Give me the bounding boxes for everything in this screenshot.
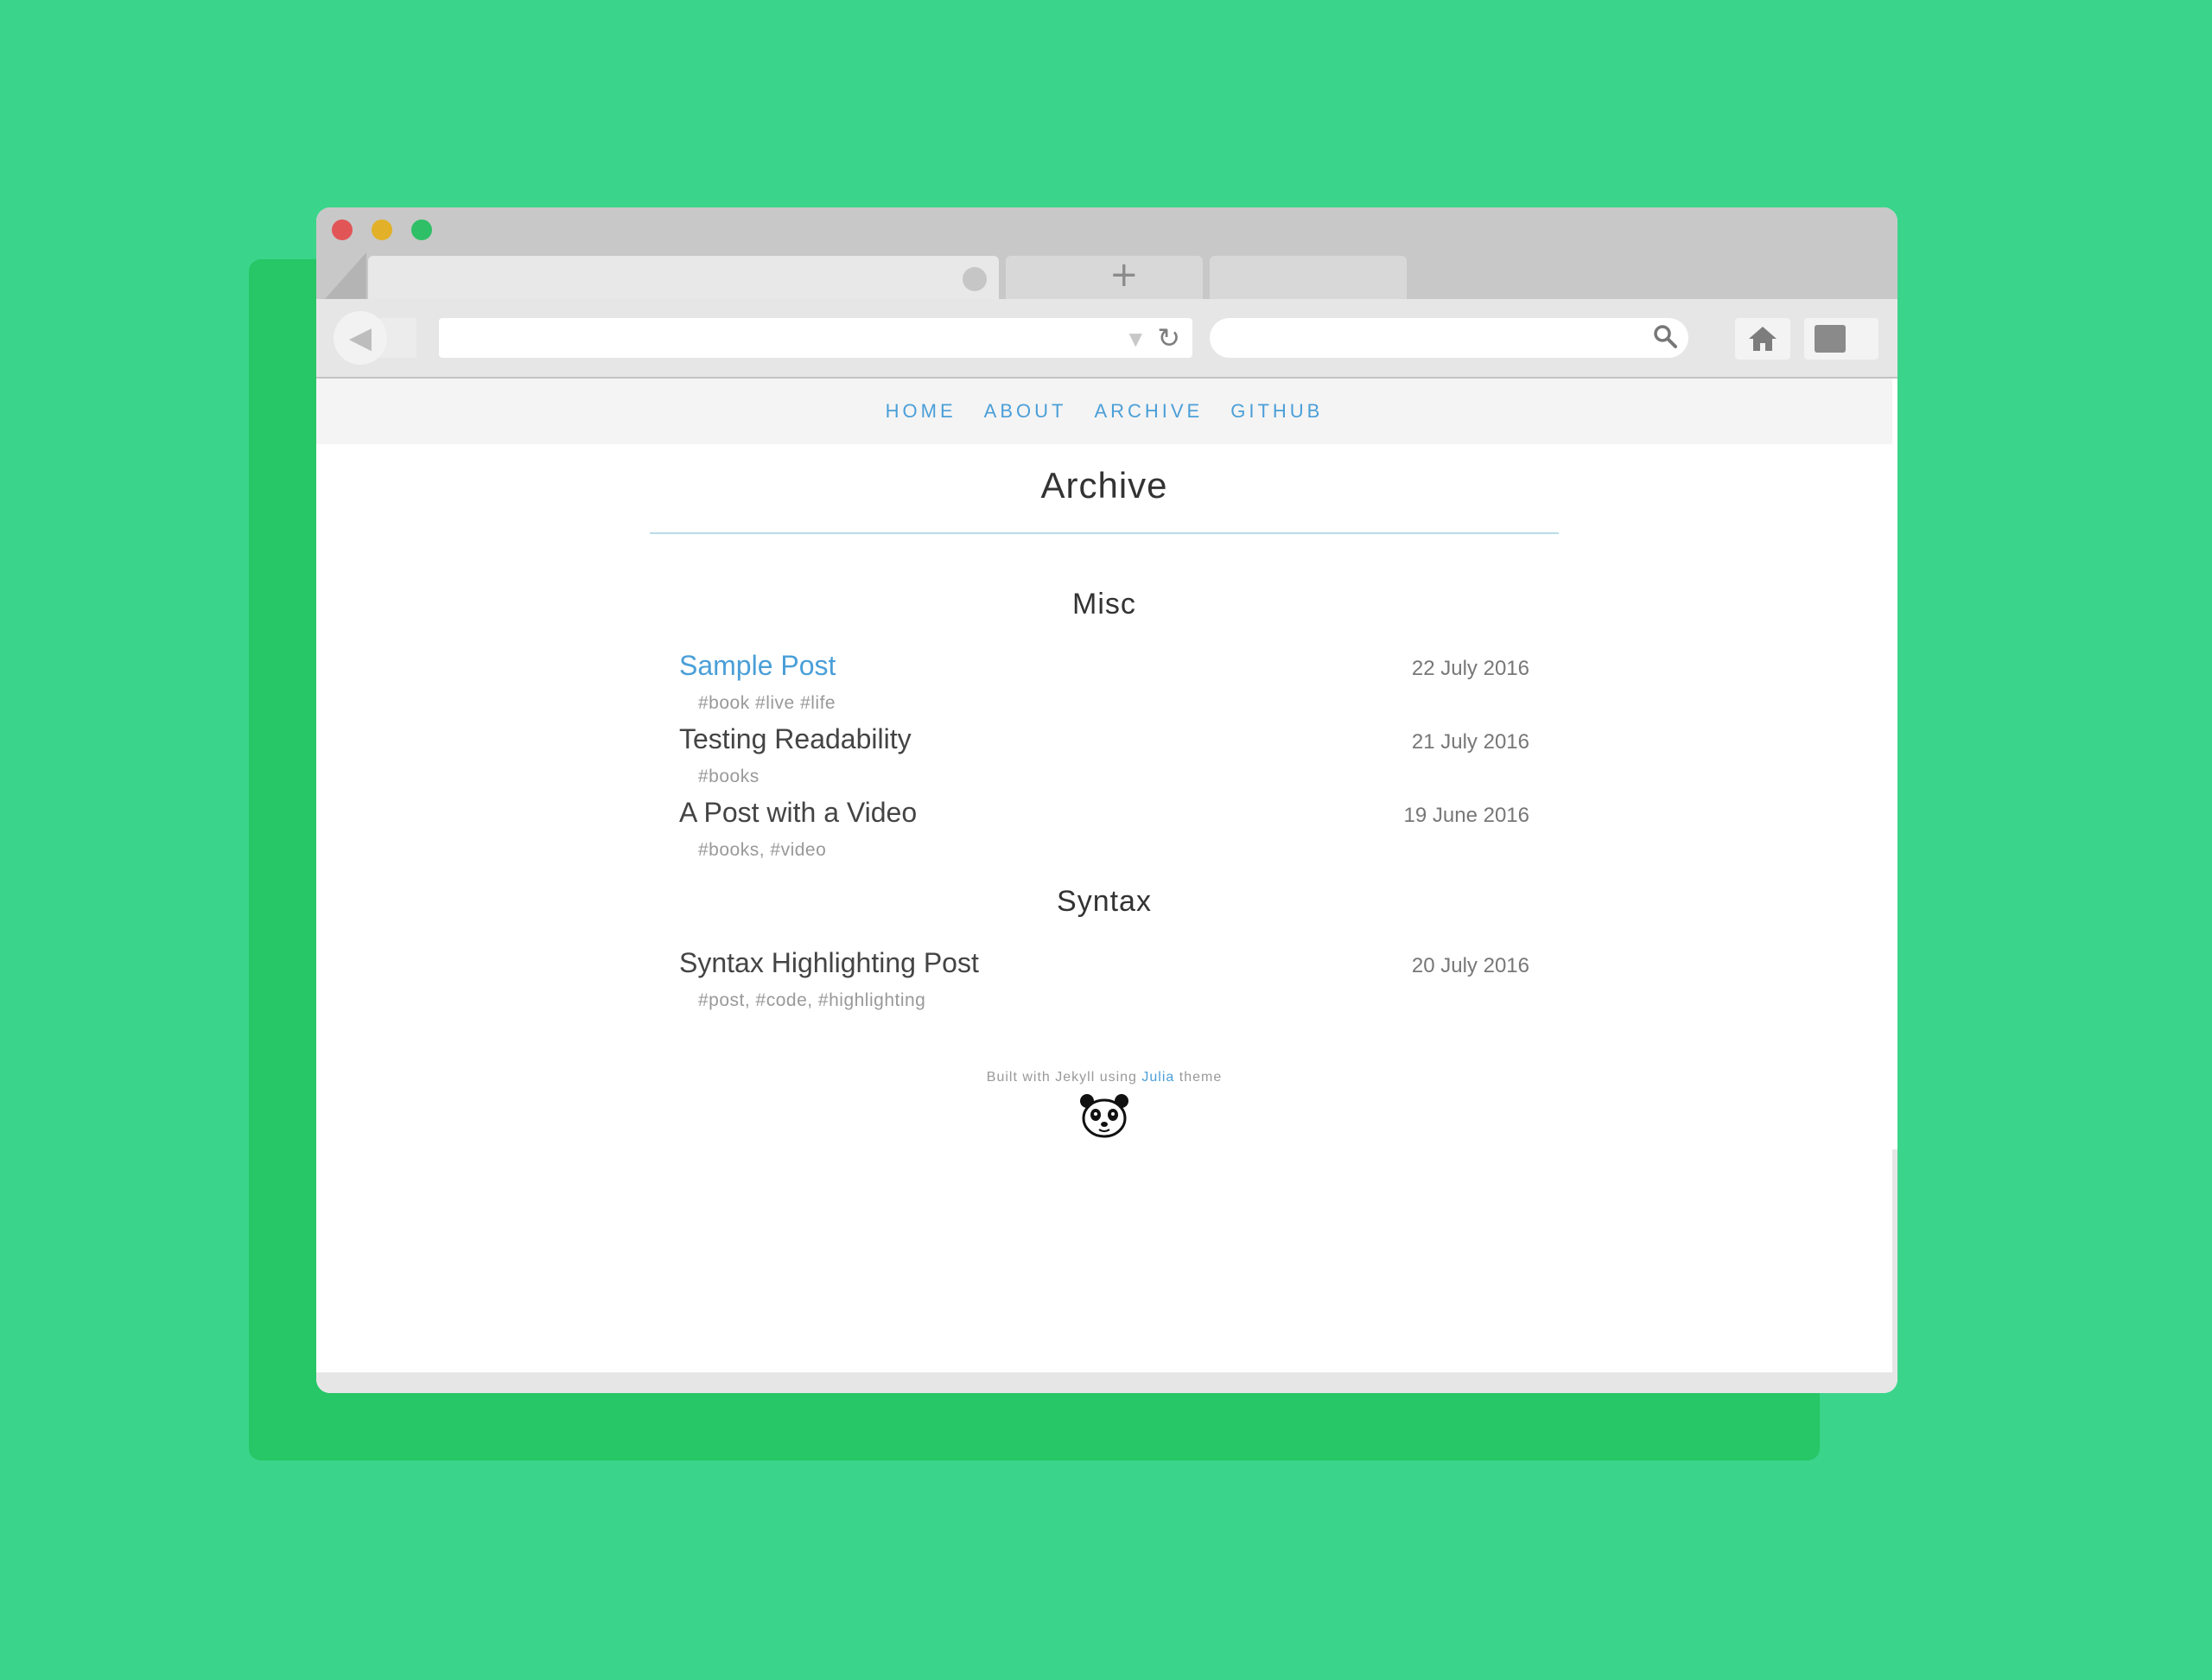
- post-tags: #books: [698, 767, 760, 786]
- nav-github[interactable]: GITHUB: [1230, 400, 1323, 423]
- post-date: 21 July 2016: [1411, 730, 1529, 754]
- footer-prefix: Built with Jekyll using: [986, 1070, 1137, 1085]
- search-input[interactable]: [1210, 318, 1688, 358]
- search-icon[interactable]: [1652, 323, 1678, 356]
- footer-suffix: theme: [1179, 1070, 1223, 1085]
- back-arrow-icon: ◀: [348, 321, 372, 355]
- search-icon-glyph: [1654, 325, 1677, 348]
- home-button[interactable]: [1735, 318, 1790, 360]
- dropdown-icon[interactable]: ▼: [1129, 330, 1142, 347]
- tab-3[interactable]: [1210, 256, 1407, 299]
- title-divider: [650, 532, 1559, 534]
- nav-home[interactable]: HOME: [886, 400, 957, 423]
- footer-theme-link[interactable]: Julia: [1141, 1070, 1174, 1085]
- section-heading-misc: Misc: [1072, 588, 1136, 620]
- panda-logo-icon: [1080, 1094, 1128, 1138]
- post-title-link[interactable]: Testing Readability: [679, 723, 912, 755]
- list-item: Sample Post 22 July 2016 #book #live #li…: [679, 650, 1529, 722]
- reload-icon[interactable]: ↻: [1157, 321, 1180, 354]
- footer-credit: Built with Jekyll using Julia theme: [316, 1070, 1892, 1085]
- tab-active[interactable]: [368, 256, 999, 299]
- post-date: 19 June 2016: [1403, 804, 1529, 827]
- tab-strip: +: [316, 207, 1897, 299]
- scrollbar-edge: [1892, 1149, 1897, 1372]
- menu-button[interactable]: [1804, 318, 1878, 360]
- post-tags: #book #live #life: [698, 693, 836, 713]
- maximize-window-button[interactable]: [411, 220, 432, 240]
- tab-close-icon[interactable]: [963, 267, 987, 291]
- post-tags: #post, #code, #highlighting: [698, 990, 926, 1010]
- post-title-link[interactable]: Sample Post: [679, 650, 836, 682]
- status-bar: [316, 1372, 1897, 1393]
- tab-2[interactable]: [1006, 256, 1203, 299]
- post-title-link[interactable]: A Post with a Video: [679, 797, 917, 829]
- list-item: Syntax Highlighting Post 20 July 2016 #p…: [679, 947, 1529, 1020]
- browser-window: + ◀ ▼ ↻ HOME ABOUT ARCHIVE GITHUB Archiv…: [316, 207, 1897, 1393]
- post-date: 22 July 2016: [1411, 657, 1529, 680]
- new-tab-button[interactable]: +: [1109, 256, 1139, 294]
- minimize-window-button[interactable]: [372, 220, 392, 240]
- web-page: HOME ABOUT ARCHIVE GITHUB Archive Misc S…: [316, 379, 1892, 1372]
- browser-toolbar: ◀ ▼ ↻: [316, 299, 1897, 379]
- menu-icon: [1815, 325, 1846, 353]
- site-nav: HOME ABOUT ARCHIVE GITHUB: [316, 379, 1892, 444]
- list-item: A Post with a Video 19 June 2016 #books,…: [679, 797, 1529, 869]
- post-title-link[interactable]: Syntax Highlighting Post: [679, 947, 979, 979]
- post-date: 20 July 2016: [1411, 954, 1529, 977]
- nav-about[interactable]: ABOUT: [984, 400, 1067, 423]
- home-icon: [1749, 327, 1777, 351]
- post-tags: #books, #video: [698, 840, 827, 860]
- address-bar[interactable]: ▼ ↻: [439, 318, 1192, 358]
- close-window-button[interactable]: [332, 220, 353, 240]
- section-heading-syntax: Syntax: [1057, 885, 1152, 918]
- nav-archive[interactable]: ARCHIVE: [1094, 400, 1203, 423]
- tab-corner: [325, 252, 366, 299]
- back-button[interactable]: ◀: [334, 311, 387, 365]
- list-item: Testing Readability 21 July 2016 #books: [679, 723, 1529, 796]
- page-title: Archive: [1040, 465, 1168, 506]
